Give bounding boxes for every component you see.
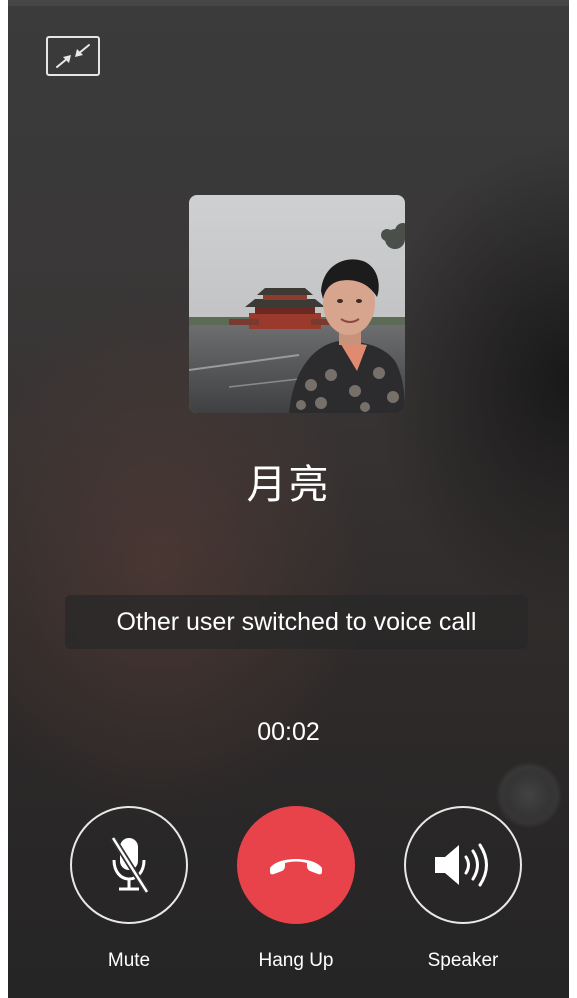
caller-avatar [189,195,405,413]
assistive-touch-button[interactable] [496,762,562,828]
mute-button[interactable] [70,806,188,924]
phone-handset-icon [270,859,322,875]
microphone-off-icon [110,836,150,894]
caller-name: 月亮 [246,462,331,508]
call-status-notice: Other user switched to voice call [65,595,528,649]
speaker-volume-icon [435,843,488,887]
speaker-label: Speaker [427,950,499,971]
speaker-button[interactable] [404,806,522,924]
hang-up-button[interactable] [237,806,355,924]
minimize-button[interactable] [46,36,100,76]
call-screen: 月亮 Other user switched to voice call 00:… [8,0,569,998]
hang-up-label: Hang Up [258,950,334,971]
mute-label: Mute [107,950,151,971]
minimize-arrows-icon [56,44,90,68]
call-timer: 00:02 [257,718,320,746]
